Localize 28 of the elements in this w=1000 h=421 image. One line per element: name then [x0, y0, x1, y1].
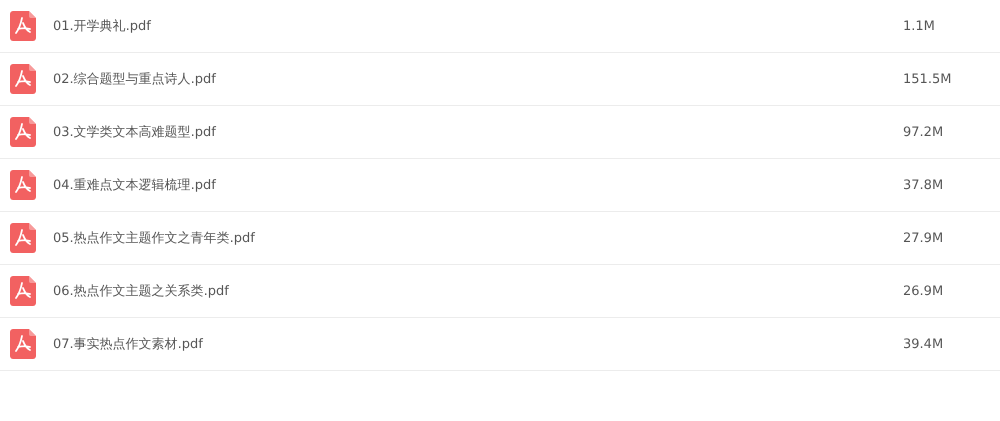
pdf-file-icon — [10, 64, 36, 94]
file-size: 26.9M — [903, 284, 944, 298]
file-row[interactable]: 04.重难点文本逻辑梳理.pdf 37.8M — [0, 159, 1000, 212]
file-name: 06.热点作文主题之关系类.pdf — [53, 283, 230, 300]
file-name: 04.重难点文本逻辑梳理.pdf — [53, 177, 218, 194]
pdf-file-icon — [10, 11, 36, 41]
file-size: 37.8M — [903, 178, 944, 192]
file-name: 01.开学典礼.pdf — [53, 18, 152, 35]
file-row[interactable]: 06.热点作文主题之关系类.pdf 26.9M — [0, 265, 1000, 318]
file-row[interactable]: 03.文学类文本高难题型.pdf 97.2M — [0, 106, 1000, 159]
file-name: 03.文学类文本高难题型.pdf — [53, 124, 218, 141]
file-size: 27.9M — [903, 230, 944, 246]
file-name: 02.综合题型与重点诗人.pdf — [53, 71, 218, 88]
file-size: 1.1M — [903, 18, 935, 34]
pdf-file-icon — [10, 329, 36, 359]
pdf-file-icon — [10, 223, 36, 253]
file-size: 97.2M — [903, 124, 944, 140]
file-row[interactable]: 02.综合题型与重点诗人.pdf 151.5M — [0, 53, 1000, 106]
pdf-file-icon — [10, 117, 36, 147]
pdf-file-icon — [10, 276, 36, 306]
file-name: 07.事实热点作文素材.pdf — [53, 336, 204, 353]
file-size: 39.4M — [903, 336, 944, 352]
pdf-file-icon — [10, 170, 36, 200]
file-name: 05.热点作文主题作文之青年类.pdf — [53, 230, 256, 247]
file-size: 151.5M — [903, 72, 952, 86]
file-row[interactable]: 01.开学典礼.pdf 1.1M — [0, 0, 1000, 53]
file-row[interactable]: 05.热点作文主题作文之青年类.pdf 27.9M — [0, 212, 1000, 265]
file-row[interactable]: 07.事实热点作文素材.pdf 39.4M — [0, 318, 1000, 371]
